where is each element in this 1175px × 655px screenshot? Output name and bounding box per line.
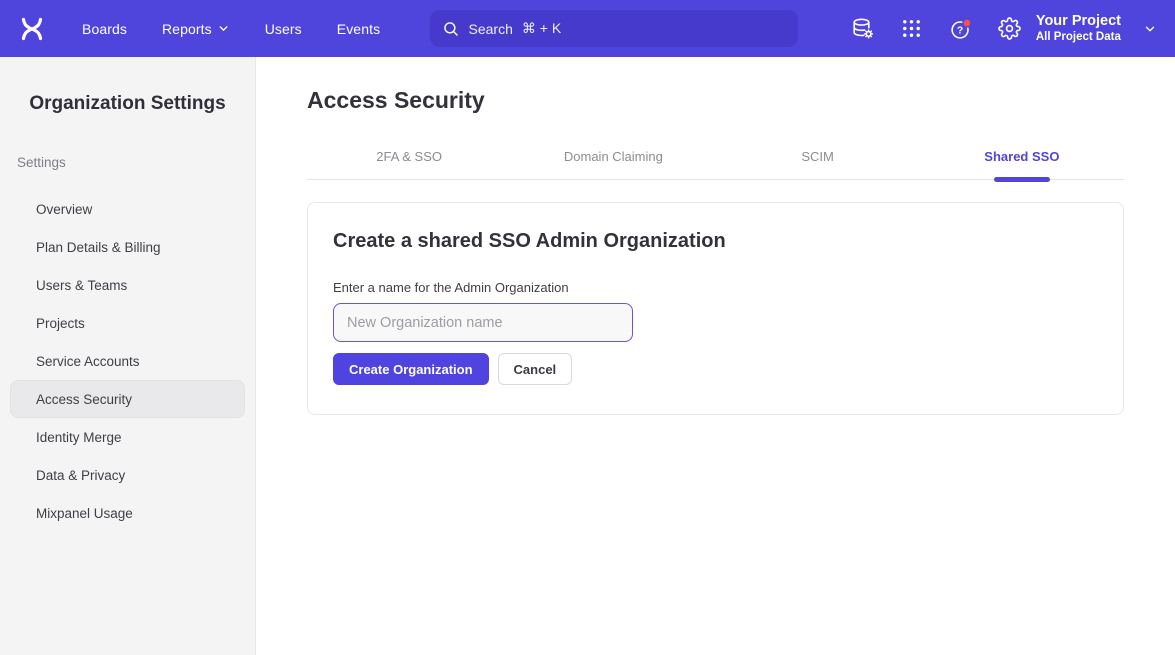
sidebar-item-label: Identity Merge [36,430,122,445]
tab-shared-sso[interactable]: Shared SSO [920,143,1124,179]
org-name-field-label: Enter a name for the Admin Organization [333,280,1098,295]
nav-utility-icons: ? [851,17,1022,41]
nav-link-reports[interactable]: Reports [162,21,230,37]
sidebar-item-mixpanel-usage[interactable]: Mixpanel Usage [0,494,255,532]
org-name-input[interactable] [333,303,633,342]
sidebar-item-label: Overview [36,202,92,217]
tab-label: 2FA & SSO [376,149,442,164]
sidebar-item-service-accounts[interactable]: Service Accounts [0,342,255,380]
tab-scim[interactable]: SCIM [716,143,920,179]
nav-link-boards[interactable]: Boards [82,21,127,37]
nav-link-label: Users [265,21,302,37]
sidebar-item-label: Access Security [36,392,132,407]
sidebar-section-label: Settings [17,155,255,170]
tab-label: Domain Claiming [564,149,663,164]
sidebar-item-overview[interactable]: Overview [0,190,255,228]
mixpanel-logo-icon[interactable] [16,13,48,45]
project-data-view: All Project Data [1036,30,1121,44]
sidebar-item-access-security[interactable]: Access Security [10,380,245,418]
project-name: Your Project [1036,12,1121,30]
sidebar-item-label: Projects [36,316,85,331]
global-search-input[interactable]: Search ⌘ + K [430,10,798,47]
svg-text:?: ? [957,25,963,36]
page-title: Access Security [307,87,1175,114]
create-organization-button[interactable]: Create Organization [333,353,489,385]
access-security-tabs: 2FA & SSO Domain Claiming SCIM Shared SS… [307,143,1124,180]
search-shortcut-hint: ⌘ + K [522,20,561,37]
settings-gear-icon[interactable] [998,17,1022,41]
nav-link-label: Reports [162,21,212,37]
sidebar-item-users-teams[interactable]: Users & Teams [0,266,255,304]
sidebar-item-projects[interactable]: Projects [0,304,255,342]
primary-nav-links: Boards Reports Users Events [82,21,380,37]
sidebar-item-identity-merge[interactable]: Identity Merge [0,418,255,456]
cancel-button[interactable]: Cancel [498,353,573,385]
sidebar-item-label: Plan Details & Billing [36,240,161,255]
sidebar-item-plan-details-billing[interactable]: Plan Details & Billing [0,228,255,266]
sidebar-item-data-privacy[interactable]: Data & Privacy [0,456,255,494]
nav-link-users[interactable]: Users [265,21,302,37]
main-content: Access Security 2FA & SSO Domain Claimin… [256,57,1175,655]
sidebar-item-label: Service Accounts [36,354,140,369]
create-shared-sso-card: Create a shared SSO Admin Organization E… [307,202,1124,415]
tab-label: Shared SSO [984,149,1059,164]
top-navigation-bar: Boards Reports Users Events Search ⌘ + K [0,0,1175,57]
project-switcher[interactable]: Your Project All Project Data [1036,12,1157,45]
tab-domain-claiming[interactable]: Domain Claiming [511,143,715,179]
tab-label: SCIM [801,149,834,164]
help-icon[interactable]: ? [949,17,973,41]
nav-link-events[interactable]: Events [337,21,380,37]
search-icon [442,20,460,38]
chevron-down-icon [217,22,230,35]
settings-sidebar: Organization Settings Settings Overview … [0,57,256,655]
card-title: Create a shared SSO Admin Organization [333,230,1098,253]
data-management-icon[interactable] [851,17,875,41]
sidebar-nav-list: Overview Plan Details & Billing Users & … [0,190,255,532]
sidebar-item-label: Users & Teams [36,278,127,293]
nav-link-label: Events [337,21,380,37]
sidebar-item-label: Mixpanel Usage [36,506,133,521]
card-actions: Create Organization Cancel [333,353,1098,385]
nav-link-label: Boards [82,21,127,37]
sidebar-title: Organization Settings [0,93,255,115]
apps-grid-icon[interactable] [900,17,924,41]
sidebar-item-label: Data & Privacy [36,468,125,483]
project-switcher-labels: Your Project All Project Data [1036,12,1121,45]
tab-2fa-sso[interactable]: 2FA & SSO [307,143,511,179]
chevron-down-icon [1143,22,1157,36]
search-placeholder-text: Search [469,21,513,37]
